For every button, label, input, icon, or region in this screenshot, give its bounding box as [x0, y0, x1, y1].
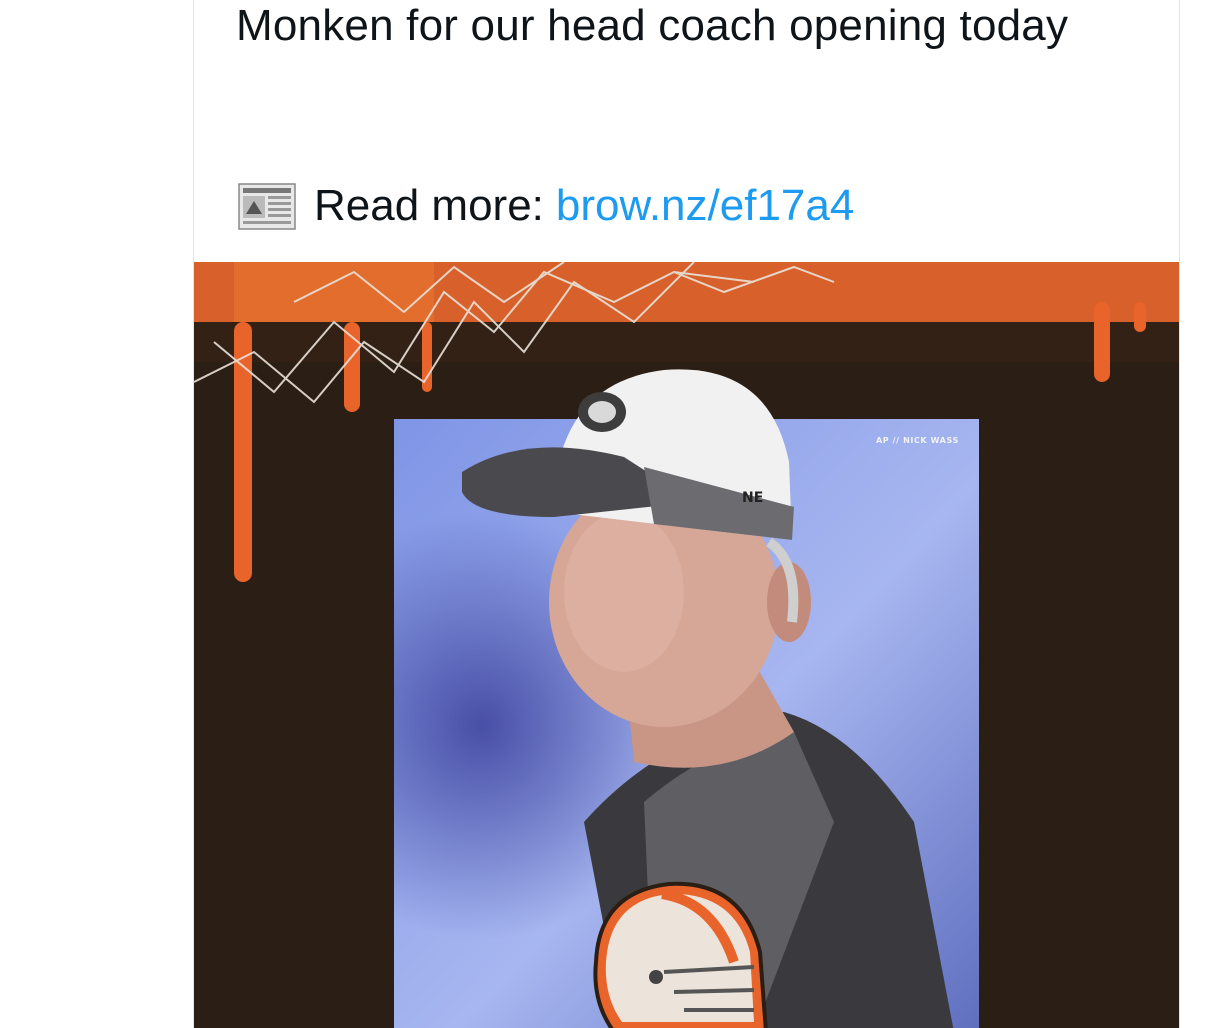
tweet-text: Monken for our head coach opening today	[236, 1, 1069, 50]
newspaper-icon	[238, 181, 296, 231]
article-link[interactable]: brow.nz/ef17a4	[556, 181, 854, 231]
read-more-label: Read more:	[314, 181, 544, 230]
tweet-card: Monken for our head coach opening today …	[193, 0, 1180, 1028]
read-more-row: Read more: brow.nz/ef17a4	[238, 176, 854, 236]
photo-credit: AP // NICK WASS	[876, 436, 959, 445]
graphic-artwork: NE	[194, 262, 1179, 1028]
tweet-image[interactable]: NE AP // NICK WASS	[194, 262, 1179, 1028]
svg-text:NE: NE	[742, 490, 763, 506]
